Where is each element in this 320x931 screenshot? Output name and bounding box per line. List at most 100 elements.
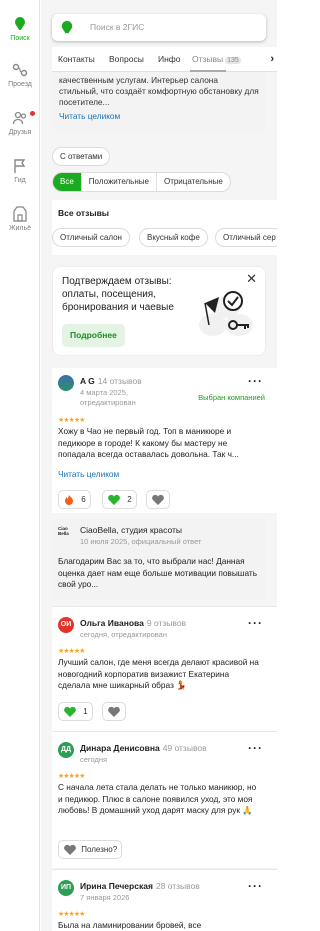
review-text: С начала лета стала делать не только ман… (58, 782, 257, 815)
review-card: ИП Ирина Печерская 28 отзывов 7 января 20… (52, 870, 277, 931)
tab-questions[interactable]: Вопросы (109, 54, 144, 64)
reviewer-name[interactable]: Ольга Иванова 9 отзывов (80, 618, 186, 628)
tab-contacts[interactable]: Контакты (58, 54, 95, 64)
review-edited: отредактирован (80, 398, 136, 407)
avatar: ДД (58, 742, 74, 758)
review-date: сегодня (80, 755, 108, 764)
tag-chip[interactable]: Отличный сер (215, 228, 277, 247)
sidebar-item-search[interactable]: Поиск (0, 16, 40, 42)
useful-label: Полезно? (81, 845, 118, 854)
more-options-icon[interactable]: ··· (248, 374, 263, 388)
verification-illustration-icon (199, 291, 253, 336)
promo-details-button[interactable]: Подробнее (62, 324, 125, 347)
avatar (58, 375, 74, 391)
selected-by-company-badge: Выбран компанией (198, 393, 265, 402)
reviewer-name[interactable]: Динара Денисовна 49 отзывов (80, 743, 207, 753)
sidebar-item-label: Проезд (8, 81, 32, 88)
more-options-icon[interactable]: ··· (248, 616, 263, 630)
verified-reviews-promo: Подтверждаем отзывы: оплаты, посещения, … (52, 266, 266, 356)
reviewer-name[interactable]: Ирина Печерская 28 отзывов (80, 881, 200, 891)
tab-info[interactable]: Инфо (158, 54, 181, 64)
reaction-count: 6 (81, 495, 86, 504)
tab-reviews-label: Отзывы (192, 54, 224, 64)
heart-outline-icon (152, 494, 164, 505)
description-text: качественным услугам. Интерьер салона ст… (59, 75, 259, 122)
add-reaction-button[interactable] (102, 702, 126, 721)
review-card: A G 14 отзывов 4 марта 2025, отредактиров… (52, 368, 277, 513)
home-icon (13, 206, 27, 222)
more-options-icon[interactable]: ··· (248, 879, 263, 893)
tag-chip[interactable]: Вкусный кофе (139, 228, 208, 247)
rating-stars: ★★★★★ (58, 773, 85, 780)
reviewer-name[interactable]: A G 14 отзывов (80, 376, 142, 386)
review-text: Хожу в Чао не первый год. Топ в маникюре… (58, 426, 239, 459)
tabs-bar: Контакты Вопросы Инфо Отзывы 135 › (52, 47, 277, 72)
with-answers-filter[interactable]: С ответами (52, 147, 111, 166)
fire-icon (65, 494, 73, 505)
segment-positive[interactable]: Положительные (82, 173, 157, 191)
description-card: качественным услугам. Интерьер салона ст… (52, 72, 266, 132)
reaction-fire[interactable]: 6 (58, 490, 91, 509)
review-date: 4 марта 2025, (80, 388, 128, 397)
read-more-link[interactable]: Читать целиком (58, 469, 119, 479)
reviews-count-badge: 135 (225, 57, 241, 64)
review-count: 14 отзывов (97, 376, 142, 386)
search-input[interactable]: Поиск в 2ГИС (90, 22, 144, 32)
avatar: ИП (58, 880, 74, 896)
heart-outline-icon (64, 844, 76, 855)
friends-icon (12, 111, 27, 125)
segment-all[interactable]: Все (53, 173, 82, 191)
heart-green-icon (64, 706, 76, 717)
company-reply: Ciao Bella CiaoBella, студия красоты 10 … (52, 518, 266, 600)
review-date: сегодня, отредактирован (80, 630, 167, 639)
review-count: 49 отзывов (162, 743, 207, 753)
rating-stars: ★★★★★ (58, 417, 85, 424)
main-panel: Поиск в 2ГИС Контакты Вопросы Инфо Отзыв… (41, 0, 277, 931)
sidebar-item-route[interactable]: Проезд (0, 62, 40, 88)
review-card: ОИ Ольга Иванова 9 отзывов сегодня, отред… (52, 607, 277, 731)
review-count: 9 отзывов (146, 618, 187, 628)
reviewer-name-text: Ирина Печерская (80, 881, 153, 891)
search-bar[interactable]: Поиск в 2ГИС (52, 14, 266, 41)
reply-date: 10 июля 2025, официальный ответ (80, 537, 202, 546)
reaction-count: 2 (127, 495, 132, 504)
reaction-heart[interactable]: 2 (102, 490, 137, 509)
sidebar-item-label: Поиск (10, 35, 30, 42)
reaction-count: 1 (83, 707, 88, 716)
company-name[interactable]: CiaoBella, студия красоты (80, 525, 182, 535)
sidebar-item-guide[interactable]: Гид (0, 158, 40, 184)
rating-stars: ★★★★★ (58, 911, 85, 918)
reply-text: Благодарим Вас за то, что выбрали нас! Д… (58, 556, 258, 589)
pin-icon (15, 17, 25, 30)
read-more-link[interactable]: Читать целиком (59, 111, 120, 121)
tab-reviews[interactable]: Отзывы 135 (192, 54, 241, 64)
2gis-logo-icon (61, 20, 73, 34)
reviewer-name-text: Ольга Иванова (80, 618, 144, 628)
route-icon (12, 63, 28, 77)
review-text: Была на ламинировании бровей, все (58, 920, 202, 930)
review-date: 7 января 2026 (80, 893, 130, 902)
all-reviews-title: Все отзывы (58, 208, 110, 218)
segment-negative[interactable]: Отрицательные (157, 173, 230, 191)
company-logo: Ciao Bella (58, 526, 69, 536)
more-options-icon[interactable]: ··· (248, 741, 263, 755)
sidebar-item-housing[interactable]: Жильё (0, 206, 40, 232)
useful-button[interactable]: Полезно? (58, 840, 123, 859)
add-reaction-button[interactable] (146, 490, 170, 509)
reviewer-name-text: A G (80, 376, 95, 386)
promo-text: Подтверждаем отзывы: оплаты, посещения, … (62, 276, 174, 313)
tag-chip[interactable]: Отличный салон (52, 228, 130, 247)
sidebar-item-friends[interactable]: Друзья (0, 110, 40, 136)
sidebar-item-label: Жильё (9, 225, 31, 232)
tags-block: Все отзывы Отличный салон Вкусный кофе О… (52, 200, 277, 255)
review-filter-segment: Все Положительные Отрицательные (52, 172, 231, 192)
reaction-heart[interactable]: 1 (58, 702, 93, 721)
sidebar-item-label: Гид (14, 177, 26, 184)
review-text: Лучший салон, где меня всегда делают кра… (58, 657, 259, 690)
chevron-right-icon[interactable]: › (270, 53, 274, 65)
sidebar: Поиск Проезд Друзья Гид Жильё (0, 0, 40, 931)
heart-outline-icon (108, 706, 120, 717)
sidebar-item-label: Друзья (8, 129, 32, 136)
review-card: ДД Динара Денисовна 49 отзывов сегодня ··… (52, 732, 277, 868)
notification-dot (30, 111, 35, 116)
